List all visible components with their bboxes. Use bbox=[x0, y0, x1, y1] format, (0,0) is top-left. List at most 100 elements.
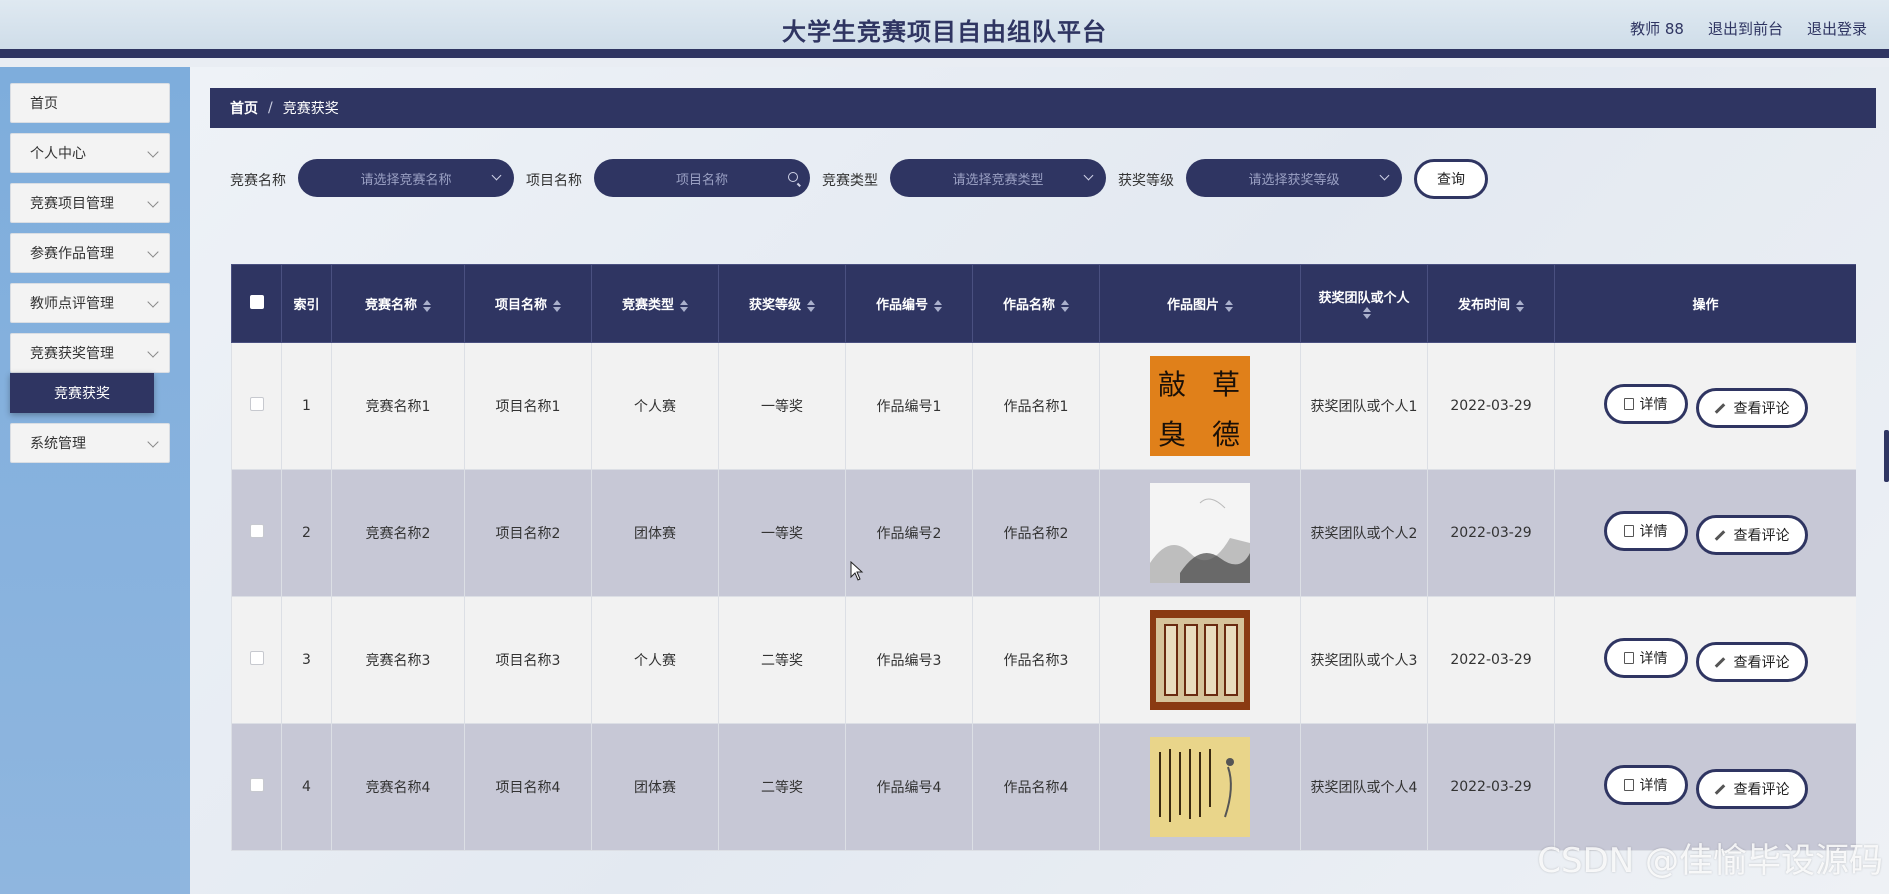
table-row: 4 竞赛名称4 项目名称4 团体赛 二等奖 作品编号4 作品名称4 获奖团队或个人4 2022-… bbox=[231, 723, 1856, 851]
detail-button[interactable]: 详情 bbox=[1603, 383, 1688, 424]
header-index: 索引 bbox=[281, 264, 332, 343]
header-level-label: 获奖等级 bbox=[748, 298, 801, 313]
header-work-no-label: 作品编号 bbox=[875, 298, 928, 313]
header-work-name-label: 作品名称 bbox=[1002, 298, 1055, 313]
type-placeholder: 请选择竞赛类型 bbox=[952, 172, 1044, 188]
sort-icon[interactable] bbox=[1516, 299, 1524, 312]
sidebar-item-system[interactable]: 系统管理 bbox=[10, 423, 170, 463]
row-checkbox[interactable] bbox=[249, 651, 264, 665]
cell-type: 个人赛 bbox=[591, 596, 719, 724]
detail-button[interactable]: 详情 bbox=[1603, 510, 1688, 551]
level-placeholder: 请选择获奖等级 bbox=[1248, 172, 1340, 188]
scrollbar-handle[interactable] bbox=[1884, 430, 1889, 482]
header-date-label: 发布时间 bbox=[1457, 298, 1510, 313]
scroll-panels-image[interactable] bbox=[1150, 610, 1250, 710]
chevron-down-icon bbox=[147, 436, 159, 448]
sort-icon[interactable] bbox=[423, 299, 431, 312]
sidebar-item-home[interactable]: 首页 bbox=[10, 83, 170, 123]
cell-work-no: 作品编号1 bbox=[845, 342, 973, 470]
sidebar-item-awards[interactable]: 竞赛获奖管理 bbox=[10, 333, 170, 373]
level-select[interactable]: 请选择获奖等级 bbox=[1186, 159, 1402, 197]
header-image[interactable]: 作品图片 bbox=[1099, 264, 1301, 343]
sidebar-item-label: 竞赛获奖管理 bbox=[30, 346, 114, 362]
row-checkbox[interactable] bbox=[249, 524, 264, 538]
sidebar-item-personal-center[interactable]: 个人中心 bbox=[10, 133, 170, 173]
logout-link[interactable]: 退出登录 bbox=[1807, 18, 1867, 39]
calligraphy-orange-image[interactable]: 敲草臭德 bbox=[1150, 356, 1250, 456]
sort-icon[interactable] bbox=[680, 299, 688, 312]
cell-comp-name: 竞赛名称4 bbox=[331, 723, 465, 851]
sort-icon[interactable] bbox=[1363, 307, 1371, 319]
header-select-all bbox=[231, 264, 282, 343]
ink-landscape-image[interactable] bbox=[1150, 483, 1250, 583]
cell-comp-name: 竞赛名称1 bbox=[331, 342, 465, 470]
sidebar-item-teacher-review[interactable]: 教师点评管理 bbox=[10, 283, 170, 323]
header-winner[interactable]: 获奖团队或个人 bbox=[1300, 264, 1428, 343]
row-select-cell bbox=[231, 342, 282, 470]
document-icon bbox=[1623, 651, 1634, 664]
select-all-checkbox[interactable] bbox=[249, 294, 264, 309]
header-ops-label: 操作 bbox=[1692, 298, 1719, 313]
header-type[interactable]: 竞赛类型 bbox=[591, 264, 719, 343]
query-button[interactable]: 查询 bbox=[1414, 159, 1488, 199]
breadcrumb-home[interactable]: 首页 bbox=[230, 98, 258, 118]
awards-table: 索引 竞赛名称 项目名称 竞赛类型 获奖等级 作品编号 作品名称 作品图片 获奖… bbox=[231, 264, 1856, 894]
header-comp-name[interactable]: 竞赛名称 bbox=[331, 264, 465, 343]
sidebar-subitem-awards[interactable]: 竞赛获奖 bbox=[10, 373, 154, 413]
pen-icon bbox=[1714, 529, 1725, 541]
calligraphy-yellow-image[interactable] bbox=[1150, 737, 1250, 837]
cell-date: 2022-03-29 bbox=[1427, 723, 1555, 851]
cell-work-no: 作品编号3 bbox=[845, 596, 973, 724]
cell-level: 二等奖 bbox=[718, 596, 846, 724]
row-checkbox[interactable] bbox=[249, 397, 264, 411]
cell-ops: 详情 查看评论 bbox=[1554, 342, 1856, 470]
cell-date: 2022-03-29 bbox=[1427, 342, 1555, 470]
cell-ops: 详情 查看评论 bbox=[1554, 596, 1856, 724]
header-ops: 操作 bbox=[1554, 264, 1856, 343]
review-label: 查看评论 bbox=[1733, 528, 1790, 545]
header-date[interactable]: 发布时间 bbox=[1427, 264, 1555, 343]
table-header-row: 索引 竞赛名称 项目名称 竞赛类型 获奖等级 作品编号 作品名称 作品图片 获奖… bbox=[231, 264, 1856, 343]
exit-front-link[interactable]: 退出到前台 bbox=[1708, 18, 1783, 39]
cell-winner: 获奖团队或个人2 bbox=[1300, 469, 1428, 597]
view-comments-button[interactable]: 查看评论 bbox=[1695, 515, 1808, 556]
sort-icon[interactable] bbox=[934, 299, 942, 312]
header-index-label: 索引 bbox=[293, 298, 320, 313]
header-winner-label: 获奖团队或个人 bbox=[1318, 290, 1410, 306]
cell-type: 团体赛 bbox=[591, 469, 719, 597]
sort-icon[interactable] bbox=[807, 299, 815, 312]
cell-image bbox=[1099, 596, 1301, 724]
search-bar: 竞赛名称 请选择竞赛名称 项目名称 项目名称 竞赛类型 请选择竞赛类型 获奖等级… bbox=[190, 159, 1889, 199]
header-work-no[interactable]: 作品编号 bbox=[845, 264, 973, 343]
chevron-down-icon bbox=[1379, 170, 1390, 181]
cell-type: 个人赛 bbox=[591, 342, 719, 470]
view-comments-button[interactable]: 查看评论 bbox=[1695, 769, 1808, 810]
header-project[interactable]: 项目名称 bbox=[464, 264, 592, 343]
sidebar-item-label: 系统管理 bbox=[30, 436, 86, 452]
document-icon bbox=[1623, 524, 1634, 537]
sort-icon[interactable] bbox=[1061, 299, 1069, 312]
comp-name-select[interactable]: 请选择竞赛名称 bbox=[298, 159, 514, 197]
header-level[interactable]: 获奖等级 bbox=[718, 264, 846, 343]
view-comments-button[interactable]: 查看评论 bbox=[1695, 642, 1808, 683]
type-label: 竞赛类型 bbox=[822, 173, 878, 189]
cell-image: 敲草臭德 bbox=[1099, 342, 1301, 470]
view-comments-button[interactable]: 查看评论 bbox=[1695, 388, 1808, 429]
detail-button[interactable]: 详情 bbox=[1603, 637, 1688, 678]
sidebar-item-competition-project[interactable]: 竞赛项目管理 bbox=[10, 183, 170, 223]
type-select[interactable]: 请选择竞赛类型 bbox=[890, 159, 1106, 197]
svg-text:敲: 敲 bbox=[1158, 368, 1186, 401]
cell-comp-name: 竞赛名称3 bbox=[331, 596, 465, 724]
top-header: 大学生竞赛项目自由组队平台 教师 88 退出到前台 退出登录 bbox=[0, 0, 1889, 58]
chevron-down-icon bbox=[147, 246, 159, 258]
cell-work-name: 作品名称3 bbox=[972, 596, 1100, 724]
sidebar-item-entries[interactable]: 参赛作品管理 bbox=[10, 233, 170, 273]
row-checkbox[interactable] bbox=[249, 778, 264, 792]
sort-icon[interactable] bbox=[553, 299, 561, 312]
sort-icon[interactable] bbox=[1225, 299, 1233, 312]
document-icon bbox=[1623, 778, 1634, 791]
detail-button[interactable]: 详情 bbox=[1603, 764, 1688, 805]
chevron-down-icon bbox=[147, 346, 159, 358]
project-input[interactable]: 项目名称 bbox=[594, 159, 810, 197]
header-work-name[interactable]: 作品名称 bbox=[972, 264, 1100, 343]
